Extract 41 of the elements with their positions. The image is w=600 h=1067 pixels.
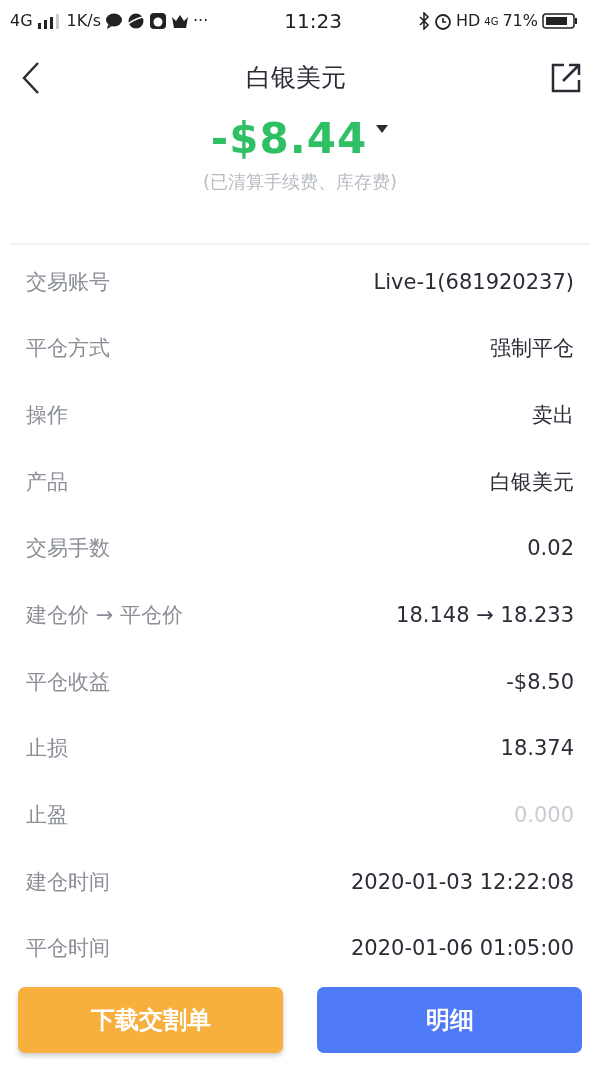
- detail-label: 交易手数: [26, 535, 110, 563]
- more-indicator: ···: [193, 10, 209, 32]
- detail-value: 0.02: [527, 535, 574, 563]
- detail-label: 平仓方式: [26, 335, 110, 363]
- battery-icon: [542, 12, 578, 30]
- chat-bubble-icon: [105, 13, 123, 29]
- crown-icon: [171, 13, 189, 29]
- detail-label: 止盈: [26, 802, 68, 830]
- details-button[interactable]: 明细: [317, 987, 582, 1053]
- share-icon[interactable]: [550, 62, 582, 94]
- detail-value: 卖出: [532, 401, 574, 429]
- detail-label: 交易账号: [26, 268, 110, 296]
- detail-label: 操作: [26, 401, 68, 429]
- detail-label: 建仓价 → 平仓价: [26, 602, 183, 630]
- detail-value: Live-1(681920237): [373, 268, 574, 296]
- detail-value: 18.148 → 18.233: [396, 602, 574, 630]
- detail-label: 建仓时间: [26, 868, 110, 896]
- bluetooth-icon: [417, 12, 430, 30]
- detail-value: -$8.50: [506, 668, 574, 696]
- clock-time: 11:23: [284, 9, 342, 33]
- hd-label: HD: [455, 10, 481, 32]
- dropdown-caret-icon[interactable]: [375, 124, 390, 134]
- detail-value: 2020-01-06 01:05:00: [350, 935, 574, 963]
- back-icon[interactable]: [20, 61, 42, 95]
- detail-value: 强制平仓: [490, 335, 574, 363]
- detail-label: 止损: [26, 735, 68, 763]
- detail-value: 18.374: [500, 735, 574, 763]
- battery-percent: 71%: [502, 10, 538, 32]
- network-label: 4G: [10, 10, 33, 32]
- page-title: 白银美元: [246, 62, 346, 95]
- detail-value: 2020-01-03 12:22:08: [350, 868, 574, 896]
- signal-icon: [36, 13, 59, 29]
- detail-label: 产品: [26, 468, 68, 496]
- fee-note: (已清算手续费、库存费): [202, 171, 397, 192]
- detail-label: 平仓时间: [26, 935, 110, 963]
- network-speed: 1K/s: [66, 10, 101, 32]
- data-network-label: 4G: [484, 14, 499, 29]
- detail-label: 平仓收益: [26, 668, 110, 696]
- profit-amount: -$8.44: [210, 118, 368, 160]
- alarm-icon: [433, 12, 452, 30]
- detail-value: 白银美元: [490, 468, 574, 496]
